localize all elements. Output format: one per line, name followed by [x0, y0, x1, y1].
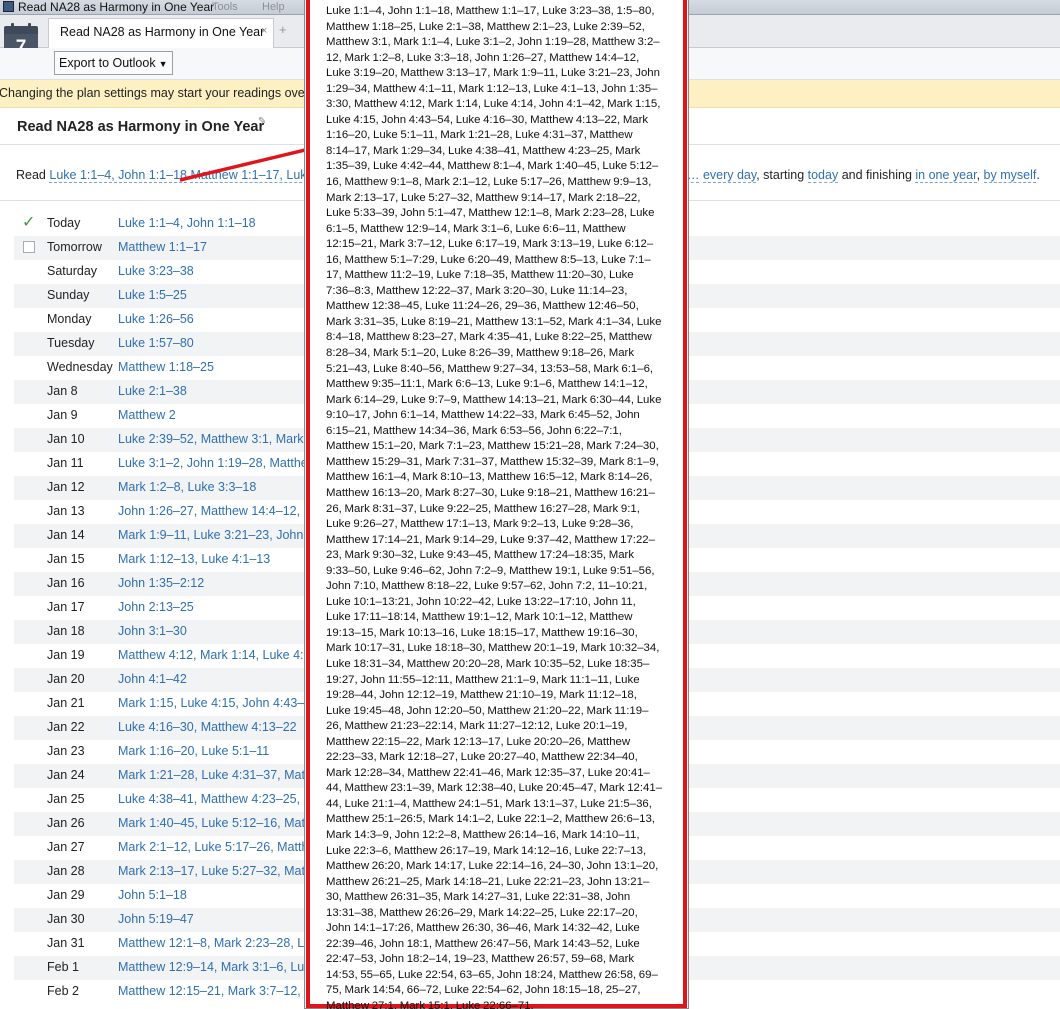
schedule-reading-link[interactable]: Matthew 1:18–25 — [118, 360, 214, 374]
completion-checkbox[interactable] — [23, 241, 35, 253]
schedule-day: Jan 28 — [47, 864, 85, 878]
schedule-day: Jan 30 — [47, 912, 85, 926]
finishing-text: and finishing — [841, 168, 912, 182]
edit-icon[interactable]: ✎ — [258, 116, 266, 127]
schedule-reading-link[interactable]: Mark 1:12–13, Luke 4:1–13 — [118, 552, 270, 566]
schedule-day: Jan 27 — [47, 840, 85, 854]
schedule-day: Jan 22 — [47, 720, 85, 734]
schedule-day: Jan 26 — [47, 816, 85, 830]
schedule-day: Jan 8 — [47, 384, 78, 398]
schedule-day: Jan 20 — [47, 672, 85, 686]
schedule-reading-link[interactable]: Luke 1:5–25 — [118, 288, 187, 302]
schedule-reading-link[interactable]: Mark 1:2–8, Luke 3:3–18 — [118, 480, 256, 494]
schedule-day: Jan 15 — [47, 552, 85, 566]
export-to-outlook-button[interactable]: Export to Outlook ▼ — [54, 51, 173, 75]
schedule-reading-link[interactable]: Matthew 1:1–17 — [118, 240, 207, 254]
schedule-day: Jan 17 — [47, 600, 85, 614]
tab-reading-plan[interactable]: Read NA28 as Harmony in One Year × — [48, 18, 274, 48]
schedule-reading-link[interactable]: Matthew 4:12, Mark 1:14, Luke 4:14 — [118, 648, 317, 662]
schedule-day: Jan 10 — [47, 432, 85, 446]
schedule-day: Jan 25 — [47, 792, 85, 806]
read-label: Read — [16, 168, 46, 182]
schedule-reading-link[interactable]: Mark 1:16–20, Luke 5:1–11 — [118, 744, 269, 758]
menu-help[interactable]: Help — [262, 0, 285, 14]
schedule-reading-link[interactable]: Mark 2:13–17, Luke 5:27–32, Matthew — [118, 864, 331, 878]
schedule-day: Jan 19 — [47, 648, 85, 662]
schedule-reading-link[interactable]: Luke 3:1–2, John 1:19–28, Matthew 3: — [118, 456, 331, 470]
schedule-reading-link[interactable]: Matthew 12:9–14, Mark 3:1–6, Luke 6: — [118, 960, 331, 974]
reading-link-1[interactable]: Luke 1:1–4, John 1:1–18 — [49, 168, 187, 183]
export-button-label: Export to Outlook — [59, 56, 156, 70]
schedule-day: Jan 14 — [47, 528, 85, 542]
notice-text: Changing the plan settings may start you… — [0, 86, 327, 100]
schedule-day: Jan 23 — [47, 744, 85, 758]
page-title: Read NA28 as Harmony in One Year — [17, 119, 265, 135]
reading-list-popup: Luke 1:1–4, John 1:1–18, Matthew 1:1–17,… — [304, 0, 689, 1009]
schedule-reading-link[interactable]: Mark 1:9–11, Luke 3:21–23, John 1:29 — [118, 528, 331, 542]
schedule-reading-link[interactable]: John 1:26–27, Matthew 14:4–12, Luke — [118, 504, 331, 518]
schedule-reading-link[interactable]: Mark 2:1–12, Luke 5:17–26, Matthew 9 — [118, 840, 335, 854]
starting-text: , starting — [756, 168, 805, 182]
schedule-day: Jan 18 — [47, 624, 85, 638]
chevron-down-icon: ▼ — [158, 59, 168, 69]
new-tab-icon[interactable]: + — [279, 22, 287, 37]
full-reading-list: Luke 1:1–4, John 1:1–18, Matthew 1:1–17,… — [326, 5, 663, 1009]
schedule-reading-link[interactable]: Mark 1:40–45, Luke 5:12–16, Matthew — [118, 816, 331, 830]
duration-link[interactable]: in one year — [915, 168, 977, 183]
schedule-reading-link[interactable]: John 2:13–25 — [118, 600, 194, 614]
schedule-reading-link[interactable]: Luke 4:16–30, Matthew 4:13–22 — [118, 720, 297, 734]
schedule-reading-link[interactable]: Luke 2:1–38 — [118, 384, 187, 398]
schedule-day: Monday — [47, 312, 92, 326]
schedule-day: Tomorrow — [47, 240, 102, 254]
schedule-day: Jan 21 — [47, 696, 85, 710]
schedule-reading-link[interactable]: Luke 4:38–41, Matthew 4:23–25, Mark — [118, 792, 331, 806]
schedule-day: Saturday — [47, 264, 98, 278]
comma-text: , — [976, 168, 981, 182]
schedule-reading-link[interactable]: Luke 1:57–80 — [118, 336, 194, 350]
schedule-day: Sunday — [47, 288, 90, 302]
schedule-reading-link[interactable]: John 4:1–42 — [118, 672, 187, 686]
schedule-day: Jan 29 — [47, 888, 85, 902]
schedule-reading-link[interactable]: Matthew 12:15–21, Mark 3:7–12, Luke — [118, 984, 331, 998]
app-icon — [3, 1, 14, 12]
participants-link[interactable]: by myself — [983, 168, 1037, 183]
schedule-day: Jan 12 — [47, 480, 85, 494]
schedule-reading-link[interactable]: Luke 3:23–38 — [118, 264, 194, 278]
schedule-reading-link[interactable]: John 5:19–47 — [118, 912, 194, 926]
schedule-reading-link[interactable]: John 1:35–2:12 — [118, 576, 204, 590]
schedule-day: Wednesday — [47, 360, 113, 374]
menu-tools[interactable]: Tools — [212, 0, 238, 14]
schedule-day: Today — [47, 216, 81, 230]
schedule-reading-link[interactable]: John 3:1–30 — [118, 624, 187, 638]
schedule-reading-link[interactable]: Mark 1:21–28, Luke 4:31–37, Matthew — [118, 768, 331, 782]
tab-label: Read NA28 as Harmony in One Year — [60, 25, 265, 39]
plan-description-end: 2… every day, starting today and finishi… — [680, 168, 1040, 183]
plan-description: Read Luke 1:1–4, John 1:1–18 Matthew 1:1… — [16, 168, 328, 183]
schedule-reading-link[interactable]: Luke 1:26–56 — [118, 312, 194, 326]
schedule-day: Jan 31 — [47, 936, 85, 950]
schedule-day: Feb 1 — [47, 960, 79, 974]
period-text: . — [1036, 168, 1040, 182]
frequency-link[interactable]: every day — [702, 168, 757, 183]
schedule-reading-link[interactable]: John 5:1–18 — [118, 888, 187, 902]
schedule-day: Jan 11 — [47, 456, 84, 470]
start-date-link[interactable]: today — [807, 168, 839, 183]
window-title: Read NA28 as Harmony in One Year — [18, 0, 215, 14]
schedule-day: Jan 13 — [47, 504, 85, 518]
schedule-day: Feb 2 — [47, 984, 79, 998]
schedule-day: Tuesday — [47, 336, 95, 350]
schedule-reading-link[interactable]: Luke 1:1–4, John 1:1–18 — [118, 216, 256, 230]
schedule-day: Jan 16 — [47, 576, 85, 590]
schedule-reading-link[interactable]: Luke 2:39–52, Matthew 3:1, Mark 1: — [118, 432, 317, 446]
schedule-reading-link[interactable]: Matthew 12:1–8, Mark 2:23–28, Luke 6 — [118, 936, 335, 950]
schedule-day: Jan 24 — [47, 768, 85, 782]
schedule-reading-link[interactable]: Mark 1:15, Luke 4:15, John 4:43–54 — [118, 696, 318, 710]
schedule-day: Jan 9 — [47, 408, 78, 422]
close-icon[interactable]: × — [261, 25, 267, 37]
checkmark-icon[interactable]: ✓ — [22, 212, 35, 231]
schedule-reading-link[interactable]: Matthew 2 — [118, 408, 176, 422]
